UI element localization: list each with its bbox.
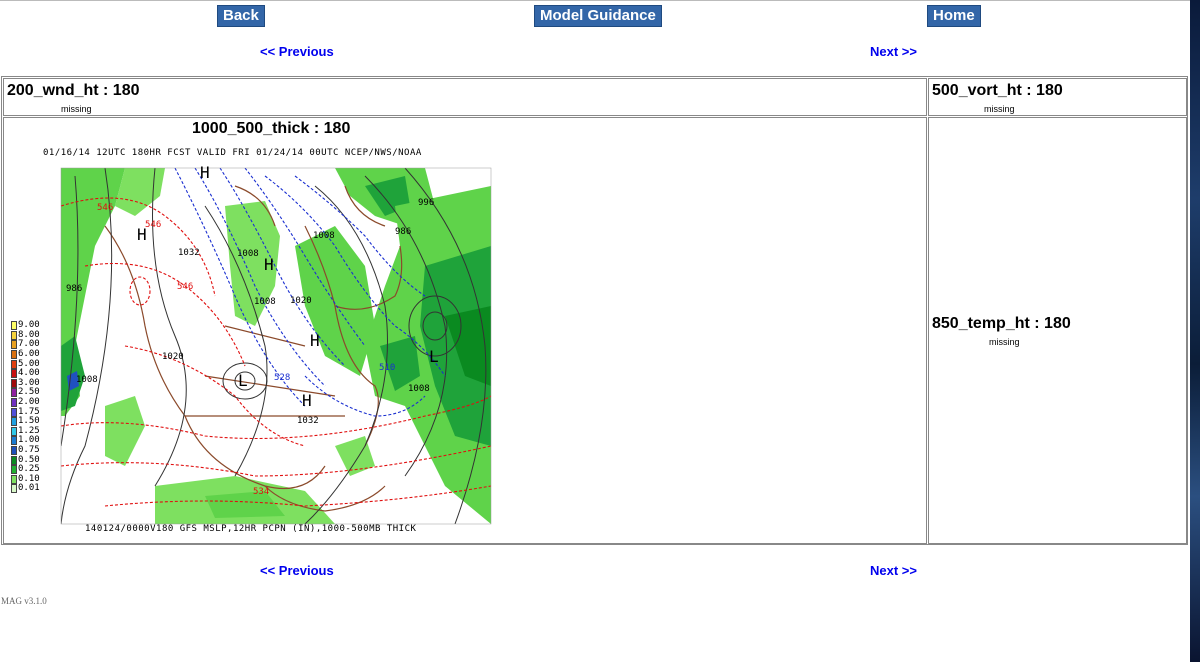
cell-status: missing	[984, 104, 1015, 114]
cell-title: 200_wnd_ht : 180	[7, 82, 140, 99]
pressure-label: 996	[418, 198, 434, 208]
low-pressure-marker: L	[238, 371, 248, 390]
legend-swatch	[11, 350, 17, 360]
cell-1000-500-thick: 1000_500_thick : 180 01/16/14 12UTC 180H…	[3, 117, 927, 544]
pressure-label: 1032	[178, 248, 200, 258]
legend-swatch	[11, 455, 17, 465]
legend-swatch	[11, 388, 17, 398]
pressure-label: 1020	[290, 296, 312, 306]
legend-swatch	[11, 359, 17, 369]
legend-swatch	[11, 417, 17, 427]
legend-value: 1.50	[18, 416, 40, 427]
legend-swatch	[11, 378, 17, 388]
cell-status: missing	[989, 337, 1020, 347]
pressure-label: 1032	[297, 416, 319, 426]
home-button[interactable]: Home	[927, 5, 981, 27]
legend-entry: 6.00	[11, 350, 51, 360]
pressure-label: 986	[66, 284, 82, 294]
pressure-label: 1008	[408, 384, 430, 394]
next-link-bottom[interactable]: Next >>	[870, 563, 917, 578]
thickness-label: 534	[253, 487, 269, 497]
legend-swatch	[11, 446, 17, 456]
cell-200-wnd-ht: 200_wnd_ht : 180 missing	[3, 78, 927, 116]
legend-entry: 0.75	[11, 446, 51, 456]
cell-title: 850_temp_ht : 180	[932, 315, 1071, 332]
thickness-label: 528	[274, 373, 290, 383]
high-pressure-marker: H	[264, 255, 274, 274]
high-pressure-marker: H	[310, 331, 320, 350]
low-pressure-marker: L	[429, 347, 439, 366]
legend-entry: 2.00	[11, 398, 51, 408]
legend-swatch	[11, 484, 17, 494]
legend-value: 6.00	[18, 349, 40, 360]
back-button[interactable]: Back	[217, 5, 265, 27]
thickness-label: 546	[145, 220, 161, 230]
legend-swatch	[11, 321, 17, 331]
legend-swatch	[11, 407, 17, 417]
legend-value: 4.00	[18, 368, 40, 379]
high-pressure-marker: H	[302, 391, 312, 410]
next-link-top[interactable]: Next >>	[870, 44, 917, 59]
cell-title: 500_vort_ht : 180	[932, 82, 1063, 99]
cell-status: missing	[61, 104, 92, 114]
version-label: MAG v3.1.0	[1, 596, 47, 606]
previous-link-bottom[interactable]: << Previous	[260, 563, 334, 578]
legend-swatch	[11, 426, 17, 436]
legend-value: 0.75	[18, 445, 40, 456]
legend-value: 2.00	[18, 397, 40, 408]
pressure-label: 1008	[313, 231, 335, 241]
legend-swatch	[11, 465, 17, 475]
desktop-background-strip	[1190, 0, 1200, 662]
high-pressure-marker: H	[200, 163, 210, 182]
product-table: 200_wnd_ht : 180 missing 500_vort_ht : 1…	[1, 76, 1188, 545]
legend-swatch	[11, 398, 17, 408]
map-footer: 140124/0000V180 GFS MSLP,12HR PCPN (IN),…	[85, 524, 417, 534]
cell-title: 1000_500_thick : 180	[192, 120, 351, 137]
thickness-label: 510	[379, 363, 395, 373]
forecast-map[interactable]: 01/16/14 12UTC 180HR FCST VALID FRI 01/2…	[5, 146, 525, 538]
pressure-label: 1008	[254, 297, 276, 307]
thickness-label: 546	[177, 282, 193, 292]
legend-swatch	[11, 474, 17, 484]
high-pressure-marker: H	[137, 225, 147, 244]
legend-entry: 0.01	[11, 484, 51, 494]
cell-500-vort-ht: 500_vort_ht : 180 missing	[928, 78, 1187, 116]
pressure-label: 986	[395, 227, 411, 237]
legend-value: 9.00	[18, 320, 40, 331]
map-image: 1008 1032 986 1020 1008 1020 1032 1008 9…	[60, 163, 492, 525]
pressure-label: 1008	[76, 375, 98, 385]
precip-legend: 9.00 8.00 7.00 6.00 5.00 4.00 3.00 2.50 2.00 1.75…	[11, 321, 51, 494]
legend-swatch	[11, 369, 17, 379]
model-guidance-button[interactable]: Model Guidance	[534, 5, 662, 27]
legend-swatch	[11, 340, 17, 350]
pressure-label: 1008	[237, 249, 259, 259]
legend-swatch	[11, 436, 17, 446]
cell-850-temp-ht: 850_temp_ht : 180 missing	[928, 117, 1187, 544]
pressure-label: 1020	[162, 352, 184, 362]
legend-value: 0.01	[18, 483, 40, 494]
legend-swatch	[11, 330, 17, 340]
top-border	[0, 0, 1190, 1]
previous-link-top[interactable]: << Previous	[260, 44, 334, 59]
legend-value: 0.25	[18, 464, 40, 475]
thickness-label: 546	[97, 203, 113, 213]
